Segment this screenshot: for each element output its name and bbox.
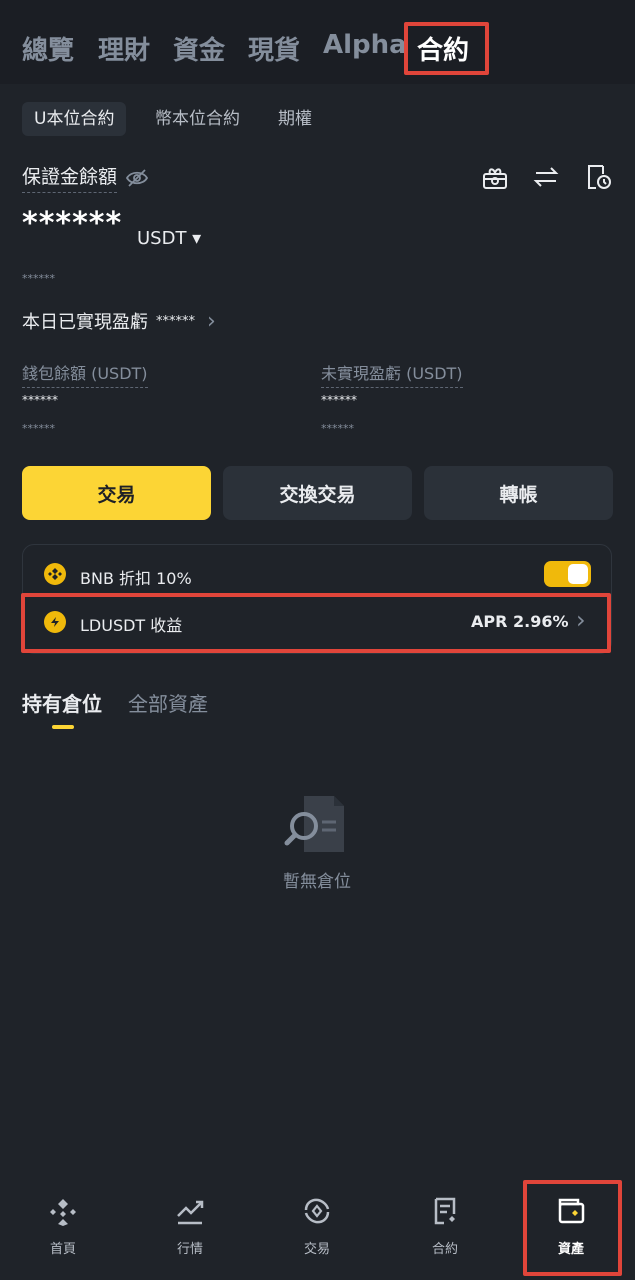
wallet-icon	[556, 1196, 586, 1230]
tab-spot[interactable]: 現貨	[248, 30, 300, 67]
ldusdt-earn-label: LDUSDT 收益	[80, 616, 183, 635]
margin-balance-value: ******	[22, 206, 123, 241]
nav-futures[interactable]: 合約	[395, 1196, 495, 1266]
nav-home-label: 首頁	[49, 1242, 76, 1257]
subtab-coinm-futures[interactable]: 幣本位合約	[143, 102, 252, 136]
tab-overview[interactable]: 總覽	[22, 30, 74, 67]
nav-futures-label: 合約	[431, 1242, 458, 1257]
unrealized-pnl-label[interactable]: 未實現盈虧 (USDT)	[321, 360, 463, 388]
futures-document-icon	[430, 1196, 460, 1230]
tab-earn[interactable]: 理財	[98, 30, 150, 67]
bnb-discount-label: BNB 折扣 10%	[80, 569, 192, 588]
gift-icon[interactable]	[480, 162, 510, 192]
active-tab-indicator	[52, 725, 74, 729]
chevron-right-icon: ›	[207, 308, 216, 334]
nav-assets[interactable]: 資產	[521, 1196, 621, 1266]
bnb-coin-icon	[44, 563, 66, 585]
margin-balance-header: 保證金餘額	[22, 162, 149, 193]
top-tab-bar: 總覽 理財 資金 現貨 Alpha 合約	[0, 0, 635, 84]
chevron-right-icon[interactable]: ›	[576, 606, 586, 634]
today-pnl-label: 本日已實現盈虧	[22, 312, 148, 333]
tab-futures[interactable]: 合約	[417, 30, 469, 67]
subtab-options[interactable]: 期權	[266, 102, 324, 136]
chart-trend-icon	[175, 1196, 205, 1230]
today-pnl-row[interactable]: 本日已實現盈虧 ****** ›	[22, 308, 216, 334]
currency-selector[interactable]: USDT ▾	[137, 228, 201, 249]
today-pnl-value: ******	[156, 313, 195, 329]
ldusdt-coin-icon	[44, 611, 66, 633]
binance-logo-icon	[48, 1196, 78, 1230]
nav-markets[interactable]: 行情	[140, 1196, 240, 1266]
transfer-arrows-icon[interactable]	[531, 162, 561, 192]
history-icon[interactable]	[583, 162, 613, 192]
nav-home[interactable]: 首頁	[13, 1196, 113, 1266]
nav-trade-label: 交易	[303, 1242, 330, 1257]
tab-all-assets[interactable]: 全部資產	[128, 688, 208, 717]
ldusdt-apr: APR 2.96%	[471, 612, 569, 631]
tab-funding[interactable]: 資金	[173, 30, 225, 67]
subtab-usdm-futures[interactable]: U本位合約	[22, 102, 127, 136]
wallet-balance-sub: ******	[22, 422, 55, 435]
wallet-balance-label[interactable]: 錢包餘額 (USDT)	[22, 360, 148, 388]
nav-assets-label: 資產	[557, 1242, 584, 1257]
wallet-balance-value: ******	[22, 393, 58, 407]
trade-cycle-icon	[301, 1196, 333, 1230]
eye-hidden-icon[interactable]	[125, 168, 149, 188]
nav-markets-label: 行情	[176, 1242, 203, 1257]
empty-state-text: 暫無倉位	[283, 872, 351, 892]
features-card	[22, 544, 612, 654]
empty-document-search-icon	[284, 792, 348, 860]
bnb-discount-toggle[interactable]	[544, 561, 591, 587]
tab-alpha[interactable]: Alpha	[323, 30, 407, 60]
swap-button[interactable]: 交換交易	[223, 466, 412, 520]
unrealized-pnl-value: ******	[321, 393, 357, 407]
trade-button[interactable]: 交易	[22, 466, 211, 520]
nav-trade[interactable]: 交易	[267, 1196, 367, 1266]
unrealized-pnl-sub: ******	[321, 422, 354, 435]
toggle-knob	[568, 564, 588, 584]
margin-balance-label[interactable]: 保證金餘額	[22, 162, 118, 193]
margin-balance-sub: ******	[22, 272, 55, 285]
transfer-button[interactable]: 轉帳	[424, 466, 613, 520]
tab-positions[interactable]: 持有倉位	[22, 688, 102, 717]
